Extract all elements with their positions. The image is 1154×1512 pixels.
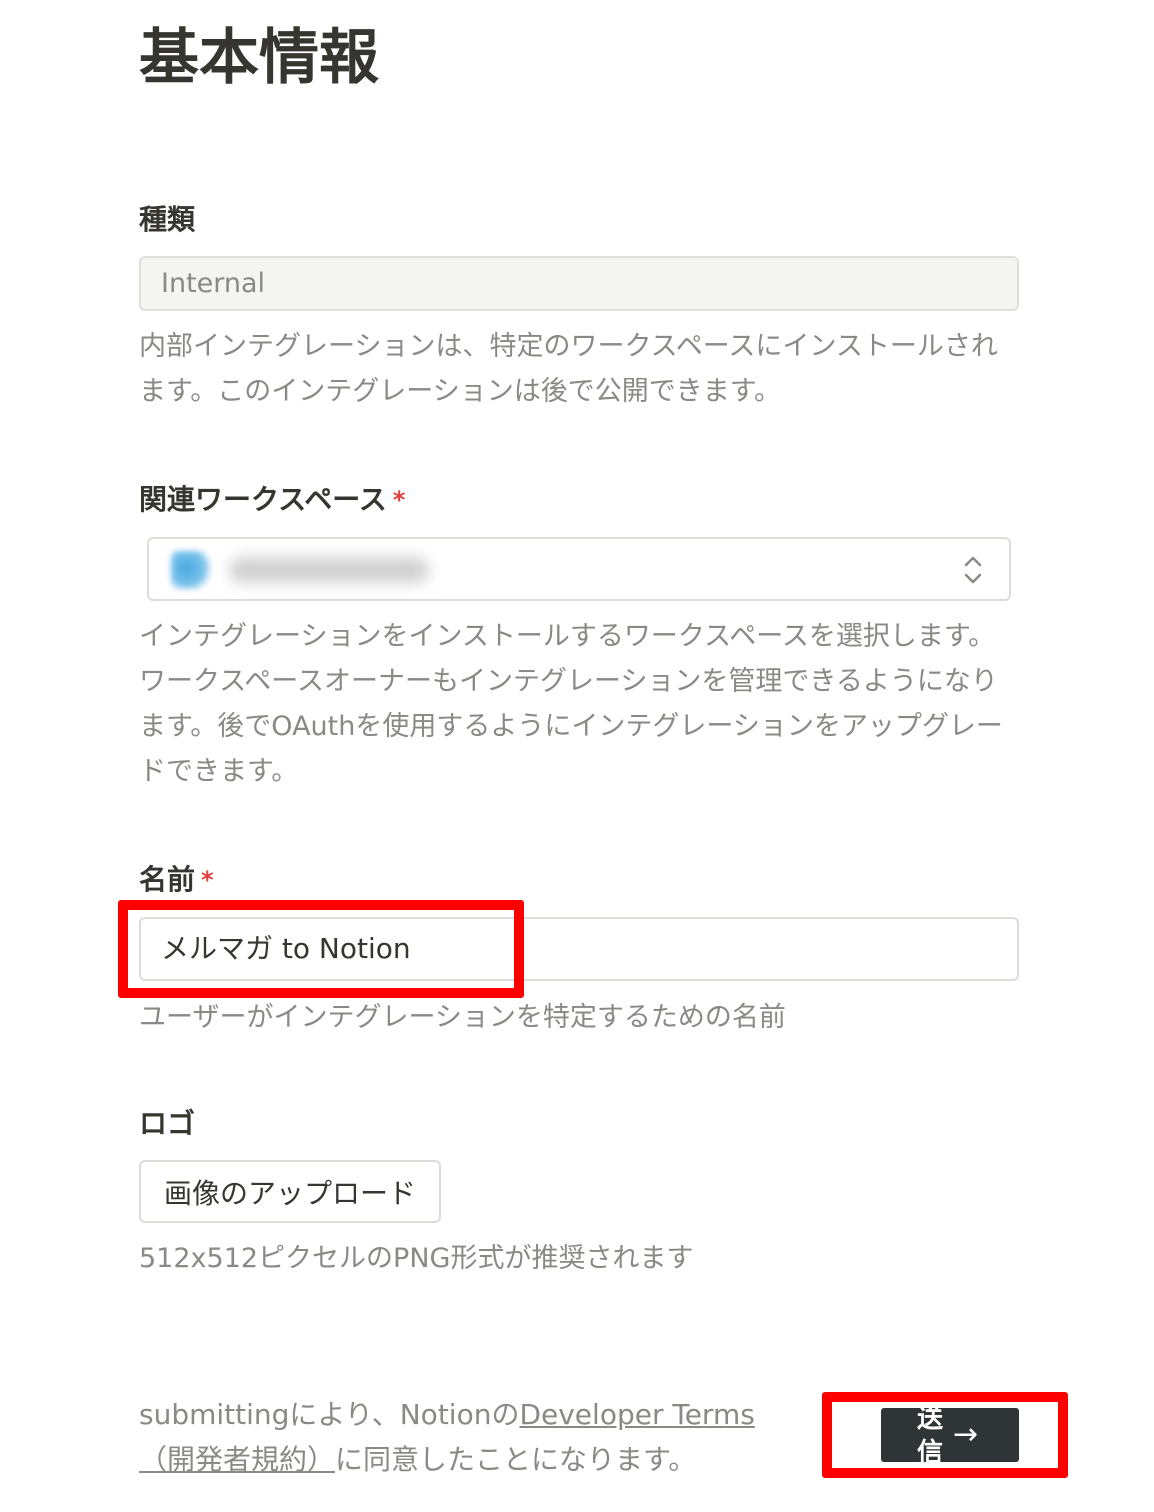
workspace-select[interactable] <box>147 537 1011 601</box>
highlight-box-name <box>118 900 524 998</box>
required-mark: * <box>392 486 406 514</box>
chevron-up-down-icon <box>964 556 982 584</box>
type-field-value: Internal <box>161 268 266 299</box>
submit-label: 送信 <box>917 1408 944 1462</box>
arrow-right-icon: → <box>953 1417 979 1452</box>
workspace-help-text: インテグレーションをインストールするワークスペースを選択します。ワークスペースオ… <box>139 621 1003 787</box>
logo-label: ロゴ <box>139 1107 196 1140</box>
type-help-text: 内部インテグレーションは、特定のワークスペースにインストールされます。このインテ… <box>139 331 998 407</box>
workspace-label: 関連ワークスペース * <box>139 483 406 516</box>
name-help-text: ユーザーがインテグレーションを特定するための名前 <box>139 1002 786 1033</box>
terms-notice: submittingにより、NotionのDeveloper Terms（開発者… <box>139 1398 755 1476</box>
upload-image-button[interactable]: 画像のアップロード <box>139 1160 441 1223</box>
name-label: 名前 * <box>139 863 214 896</box>
required-mark: * <box>201 866 214 894</box>
type-label: 種類 <box>139 203 196 236</box>
workspace-name-blurred <box>229 557 429 583</box>
submit-button[interactable]: 送信 → <box>881 1408 1019 1462</box>
type-field: Internal <box>139 256 1019 311</box>
page-title: 基本情報 <box>139 23 379 93</box>
logo-help-text: 512x512ピクセルのPNG形式が推奨されます <box>139 1243 694 1274</box>
workspace-logo-icon <box>171 551 211 589</box>
